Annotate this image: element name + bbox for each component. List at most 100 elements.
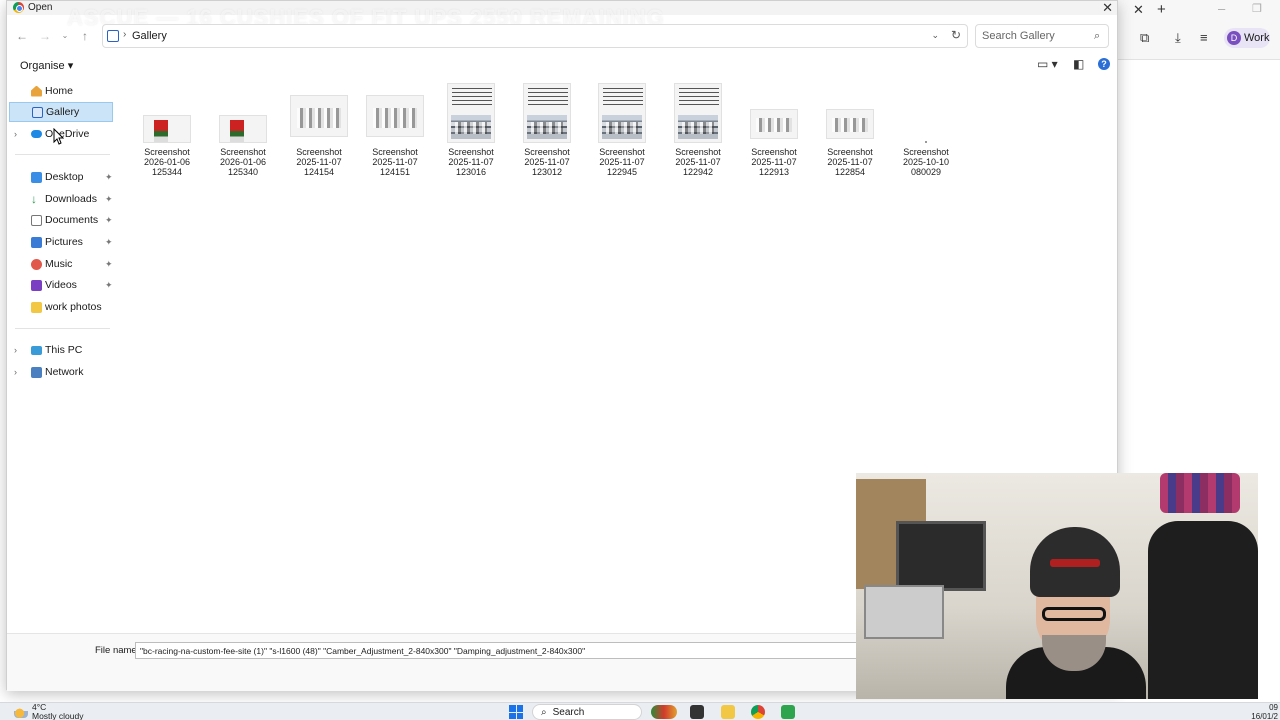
- sidebar-item-this-pc[interactable]: › This PC: [9, 340, 113, 360]
- file-name-line: 125340: [227, 167, 259, 177]
- taskbar: 4°C Mostly cloudy ⌕ Search 09 16/01/2: [0, 702, 1280, 720]
- file-item[interactable]: Screenshot 2025-11-07 123012: [511, 79, 583, 179]
- file-thumbnail: [598, 83, 646, 143]
- up-icon[interactable]: ↑: [76, 27, 94, 45]
- chevron-right-icon[interactable]: ›: [14, 345, 17, 355]
- chrome-icon: [13, 2, 24, 13]
- reading-list-icon[interactable]: ≡: [1200, 30, 1208, 45]
- file-name-line: 2026-01-06: [143, 157, 191, 167]
- sidebar-item-music[interactable]: Music ✦: [9, 254, 113, 274]
- view-options-icon[interactable]: ▭ ▾: [1037, 57, 1058, 71]
- close-icon[interactable]: ✕: [1102, 0, 1113, 16]
- file-item[interactable]: Screenshot 2025-11-07 122942: [662, 79, 734, 179]
- weather-condition: Mostly cloudy: [32, 711, 84, 720]
- file-item[interactable]: Screenshot 2025-11-07 124154: [283, 79, 355, 179]
- file-name-line: 2025-11-07: [296, 157, 342, 167]
- file-name-label: Screenshot 2025-11-07 124154: [283, 147, 355, 177]
- filename-input[interactable]: [135, 642, 865, 659]
- file-name-line: Screenshot: [675, 147, 721, 157]
- file-name-line: 123016: [455, 167, 487, 177]
- beanie-hat: [1030, 527, 1120, 597]
- recent-locations-icon[interactable]: ⌄: [56, 27, 74, 45]
- sidebar-item-gallery[interactable]: Gallery: [9, 102, 113, 122]
- chevron-right-icon: ›: [123, 29, 127, 40]
- file-item[interactable]: Screenshot 2025-11-07 124151: [359, 79, 431, 179]
- extensions-icon[interactable]: ⧉: [1140, 30, 1149, 46]
- file-item[interactable]: Screenshot 2025-11-07 122913: [738, 79, 810, 179]
- forward-icon[interactable]: →: [36, 27, 54, 45]
- sidebar-item-label: Documents: [45, 214, 99, 226]
- maximize-icon[interactable]: ❐: [1252, 2, 1262, 15]
- divider: [15, 328, 110, 329]
- file-name-line: 125344: [151, 167, 183, 177]
- search-icon[interactable]: ⌕: [1094, 30, 1100, 43]
- chevron-down-icon[interactable]: ⌄: [931, 30, 939, 41]
- file-item[interactable]: Screenshot 2026-01-06 125340: [207, 79, 279, 179]
- file-name-line: 2025-11-07: [448, 157, 494, 167]
- glasses: [1042, 607, 1106, 621]
- close-tab-icon[interactable]: ✕: [1133, 2, 1144, 18]
- organise-button[interactable]: Organise ▾: [20, 59, 73, 72]
- sidebar-item-network[interactable]: › Network: [9, 362, 113, 382]
- filename-label: File name:: [95, 645, 140, 656]
- file-name-label: Screenshot 2025-11-07 122854: [814, 147, 886, 177]
- file-name-line: 122942: [682, 167, 714, 177]
- file-name-line: 2025-11-07: [524, 157, 570, 167]
- file-name-label: Screenshot 2025-11-07 124151: [359, 147, 431, 177]
- file-explorer-icon[interactable]: [721, 705, 735, 719]
- file-item[interactable]: Screenshot 2025-11-07 122854: [814, 79, 886, 179]
- widget-app-icon[interactable]: [651, 705, 677, 719]
- sidebar-item-home[interactable]: Home: [9, 81, 113, 101]
- pin-icon: ✦: [105, 171, 113, 182]
- taskbar-search[interactable]: ⌕ Search: [532, 704, 642, 720]
- file-name-line: 2025-11-07: [675, 157, 721, 167]
- new-tab-icon[interactable]: +: [1157, 1, 1166, 18]
- sidebar-item-work-photos[interactable]: work photos: [9, 297, 113, 317]
- file-name-label: Screenshot 2025-11-07 122945: [586, 147, 658, 177]
- download-icon[interactable]: ⤓: [1175, 30, 1181, 46]
- search-input[interactable]: [975, 24, 1109, 48]
- network-icon: [31, 366, 42, 378]
- file-item[interactable]: Screenshot 2025-11-07 122945: [586, 79, 658, 179]
- task-view-icon[interactable]: [690, 705, 704, 719]
- app-icon[interactable]: [781, 705, 795, 719]
- file-name-line: Screenshot: [903, 147, 949, 157]
- weather-widget[interactable]: 4°C Mostly cloudy: [14, 703, 84, 720]
- file-name-line: 123012: [531, 167, 563, 177]
- time: 09: [1269, 703, 1278, 712]
- file-name-line: Screenshot: [296, 147, 342, 157]
- address-bar[interactable]: › Gallery ⌄ ↻: [102, 24, 968, 48]
- start-button[interactable]: [509, 705, 523, 719]
- file-thumbnail: [290, 95, 348, 137]
- clock[interactable]: 09 16/01/2: [1248, 703, 1278, 720]
- document-icon: [31, 214, 42, 226]
- sidebar-item-desktop[interactable]: Desktop ✦: [9, 167, 113, 187]
- chevron-right-icon[interactable]: ›: [14, 367, 17, 377]
- refresh-icon[interactable]: ↻: [951, 28, 961, 42]
- file-item[interactable]: Screenshot 2025-10-10 080029: [890, 79, 962, 179]
- sidebar-item-downloads[interactable]: ↓ Downloads ✦: [9, 189, 113, 209]
- minimize-icon[interactable]: –: [1218, 1, 1225, 16]
- file-name-line: 124154: [303, 167, 335, 177]
- sidebar-item-documents[interactable]: Documents ✦: [9, 210, 113, 230]
- back-icon[interactable]: ←: [13, 27, 31, 45]
- preview-pane-icon[interactable]: ◧: [1073, 57, 1084, 71]
- pictures-icon: [31, 236, 42, 248]
- chrome-icon[interactable]: [751, 705, 765, 719]
- file-name-line: 2026-01-06: [219, 157, 267, 167]
- file-name-line: Screenshot: [751, 147, 797, 157]
- printer: [864, 585, 944, 639]
- sidebar-item-videos[interactable]: Videos ✦: [9, 275, 113, 295]
- file-item[interactable]: Screenshot 2025-11-07 123016: [435, 79, 507, 179]
- help-icon[interactable]: ?: [1098, 58, 1110, 70]
- chevron-right-icon[interactable]: ›: [14, 129, 17, 139]
- file-thumbnail: [523, 83, 571, 143]
- breadcrumb[interactable]: Gallery: [132, 30, 167, 42]
- file-item[interactable]: Screenshot 2026-01-06 125344: [131, 79, 203, 179]
- profile-button[interactable]: D Work: [1224, 28, 1270, 48]
- organise-label: Organise: [20, 60, 65, 72]
- pin-icon: ✦: [105, 279, 113, 290]
- file-name-label: Screenshot 2025-11-07 122913: [738, 147, 810, 177]
- file-thumbnail: [366, 95, 424, 137]
- sidebar-item-pictures[interactable]: Pictures ✦: [9, 232, 113, 252]
